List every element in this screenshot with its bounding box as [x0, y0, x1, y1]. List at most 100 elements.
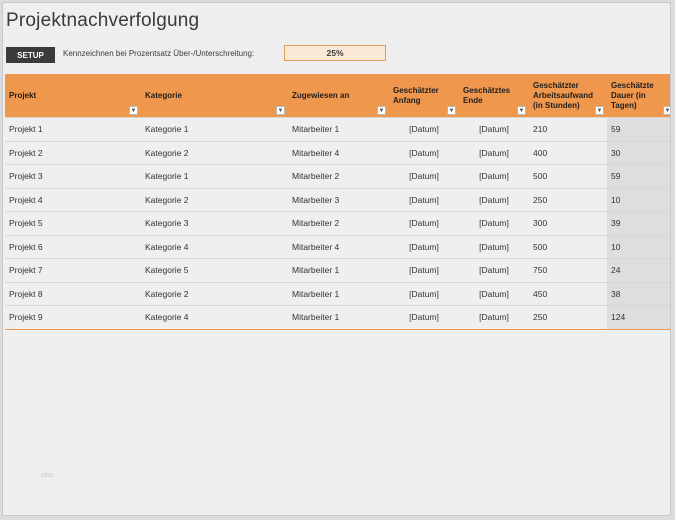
cell-projekt[interactable]: Projekt 4 — [5, 187, 141, 212]
filter-button[interactable]: ▼ — [595, 106, 604, 115]
cell-ende[interactable]: [Datum] — [459, 164, 529, 188]
column-header-label: Geschätzte Dauer (in Tagen) — [611, 80, 654, 110]
table-row: Projekt 9 Kategorie 4 Mitarbeiter 1 [Dat… — [5, 305, 670, 330]
cell-zugewiesen[interactable]: Mitarbeiter 4 — [288, 140, 389, 165]
table-row: Projekt 6 Kategorie 4 Mitarbeiter 4 [Dat… — [5, 234, 670, 259]
cell-kategorie[interactable]: Kategorie 2 — [141, 140, 288, 165]
cell-zugewiesen[interactable]: Mitarbeiter 1 — [288, 117, 389, 141]
cell-anfang[interactable]: [Datum] — [389, 187, 459, 212]
cell-aufwand[interactable]: 750 — [529, 258, 607, 282]
column-header-kategorie: Kategorie ▼ — [141, 74, 288, 118]
cell-zugewiesen[interactable]: Mitarbeiter 2 — [288, 211, 389, 235]
cell-anfang[interactable]: [Datum] — [389, 258, 459, 282]
cell-dauer[interactable]: 124 — [607, 305, 670, 330]
cell-anfang[interactable]: [Datum] — [389, 211, 459, 235]
cell-anfang[interactable]: [Datum] — [389, 305, 459, 330]
cell-ende[interactable]: [Datum] — [459, 140, 529, 165]
watermark: xlsx — [41, 472, 54, 479]
cell-zugewiesen[interactable]: Mitarbeiter 3 — [288, 187, 389, 212]
column-header-label: Geschätztes Ende — [463, 85, 511, 105]
cell-projekt[interactable]: Projekt 6 — [5, 234, 141, 259]
cell-aufwand[interactable]: 500 — [529, 164, 607, 188]
cell-dauer[interactable]: 59 — [607, 164, 670, 188]
filter-button[interactable]: ▼ — [377, 106, 386, 115]
cell-anfang[interactable]: [Datum] — [389, 117, 459, 141]
chevron-down-icon: ▼ — [130, 107, 137, 114]
cell-zugewiesen[interactable]: Mitarbeiter 1 — [288, 305, 389, 330]
sheet-window: Projektnachverfolgung SETUP Kennzeichnen… — [2, 2, 671, 516]
cell-projekt[interactable]: Projekt 7 — [5, 258, 141, 282]
cell-aufwand[interactable]: 300 — [529, 211, 607, 235]
filter-button[interactable]: ▼ — [663, 106, 671, 115]
cell-ende[interactable]: [Datum] — [459, 258, 529, 282]
chevron-down-icon: ▼ — [664, 107, 671, 114]
column-header-label: Zugewiesen an — [292, 90, 350, 100]
column-header-projekt: Projekt ▼ — [5, 74, 141, 118]
cell-ende[interactable]: [Datum] — [459, 305, 529, 330]
cell-ende[interactable]: [Datum] — [459, 211, 529, 235]
column-header-label: Geschätzter Anfang — [393, 85, 439, 105]
cell-dauer[interactable]: 59 — [607, 117, 670, 141]
cell-projekt[interactable]: Projekt 5 — [5, 211, 141, 235]
table-row: Projekt 7 Kategorie 5 Mitarbeiter 1 [Dat… — [5, 258, 670, 282]
cell-zugewiesen[interactable]: Mitarbeiter 2 — [288, 164, 389, 188]
column-header-ende: Geschätztes Ende ▼ — [459, 74, 529, 118]
filter-button[interactable]: ▼ — [276, 106, 285, 115]
cell-dauer[interactable]: 10 — [607, 234, 670, 259]
cell-anfang[interactable]: [Datum] — [389, 164, 459, 188]
filter-button[interactable]: ▼ — [129, 106, 138, 115]
cell-kategorie[interactable]: Kategorie 2 — [141, 281, 288, 306]
flag-threshold-input[interactable]: 25% — [284, 45, 386, 61]
table-row: Projekt 2 Kategorie 2 Mitarbeiter 4 [Dat… — [5, 140, 670, 165]
cell-kategorie[interactable]: Kategorie 3 — [141, 211, 288, 235]
column-header-dauer: Geschätzte Dauer (in Tagen) ▼ — [607, 74, 671, 118]
cell-kategorie[interactable]: Kategorie 4 — [141, 305, 288, 330]
cell-dauer[interactable]: 30 — [607, 140, 670, 165]
column-header-aufwand: Geschätzter Arbeitsaufwand (in Stunden) … — [529, 74, 607, 118]
cell-aufwand[interactable]: 500 — [529, 234, 607, 259]
cell-aufwand[interactable]: 400 — [529, 140, 607, 165]
column-header-zugewiesen: Zugewiesen an ▼ — [288, 74, 389, 118]
cell-aufwand[interactable]: 250 — [529, 305, 607, 330]
cell-aufwand[interactable]: 210 — [529, 117, 607, 141]
cell-anfang[interactable]: [Datum] — [389, 140, 459, 165]
cell-anfang[interactable]: [Datum] — [389, 234, 459, 259]
cell-anfang[interactable]: [Datum] — [389, 281, 459, 306]
flag-threshold-label: Kennzeichnen bei Prozentsatz Über-/Unter… — [63, 49, 255, 58]
chevron-down-icon: ▼ — [518, 107, 525, 114]
cell-projekt[interactable]: Projekt 9 — [5, 305, 141, 330]
cell-projekt[interactable]: Projekt 1 — [5, 117, 141, 141]
cell-dauer[interactable]: 38 — [607, 281, 670, 306]
filter-button[interactable]: ▼ — [517, 106, 526, 115]
setup-button[interactable]: SETUP — [6, 47, 55, 63]
cell-aufwand[interactable]: 450 — [529, 281, 607, 306]
cell-zugewiesen[interactable]: Mitarbeiter 4 — [288, 234, 389, 259]
column-header-label: Kategorie — [145, 90, 182, 100]
cell-ende[interactable]: [Datum] — [459, 187, 529, 212]
cell-zugewiesen[interactable]: Mitarbeiter 1 — [288, 258, 389, 282]
cell-projekt[interactable]: Projekt 2 — [5, 140, 141, 165]
cell-aufwand[interactable]: 250 — [529, 187, 607, 212]
header-row: Projekt ▼ Kategorie ▼ Zugewiesen an ▼ Ge… — [5, 74, 671, 118]
cell-dauer[interactable]: 39 — [607, 211, 670, 235]
chevron-down-icon: ▼ — [378, 107, 385, 114]
cell-dauer[interactable]: 10 — [607, 187, 670, 212]
table-row: Projekt 8 Kategorie 2 Mitarbeiter 1 [Dat… — [5, 281, 670, 306]
cell-zugewiesen[interactable]: Mitarbeiter 1 — [288, 281, 389, 306]
cell-ende[interactable]: [Datum] — [459, 234, 529, 259]
cell-kategorie[interactable]: Kategorie 5 — [141, 258, 288, 282]
filter-button[interactable]: ▼ — [447, 106, 456, 115]
cell-ende[interactable]: [Datum] — [459, 281, 529, 306]
table-row: Projekt 5 Kategorie 3 Mitarbeiter 2 [Dat… — [5, 211, 670, 235]
cell-dauer[interactable]: 24 — [607, 258, 670, 282]
cell-kategorie[interactable]: Kategorie 1 — [141, 164, 288, 188]
column-header-label: Geschätzter Arbeitsaufwand (in Stunden) — [533, 80, 594, 110]
cell-kategorie[interactable]: Kategorie 4 — [141, 234, 288, 259]
cell-kategorie[interactable]: Kategorie 2 — [141, 187, 288, 212]
cell-projekt[interactable]: Projekt 8 — [5, 281, 141, 306]
chevron-down-icon: ▼ — [277, 107, 284, 114]
chevron-down-icon: ▼ — [596, 107, 603, 114]
cell-ende[interactable]: [Datum] — [459, 117, 529, 141]
cell-kategorie[interactable]: Kategorie 1 — [141, 117, 288, 141]
cell-projekt[interactable]: Projekt 3 — [5, 164, 141, 188]
